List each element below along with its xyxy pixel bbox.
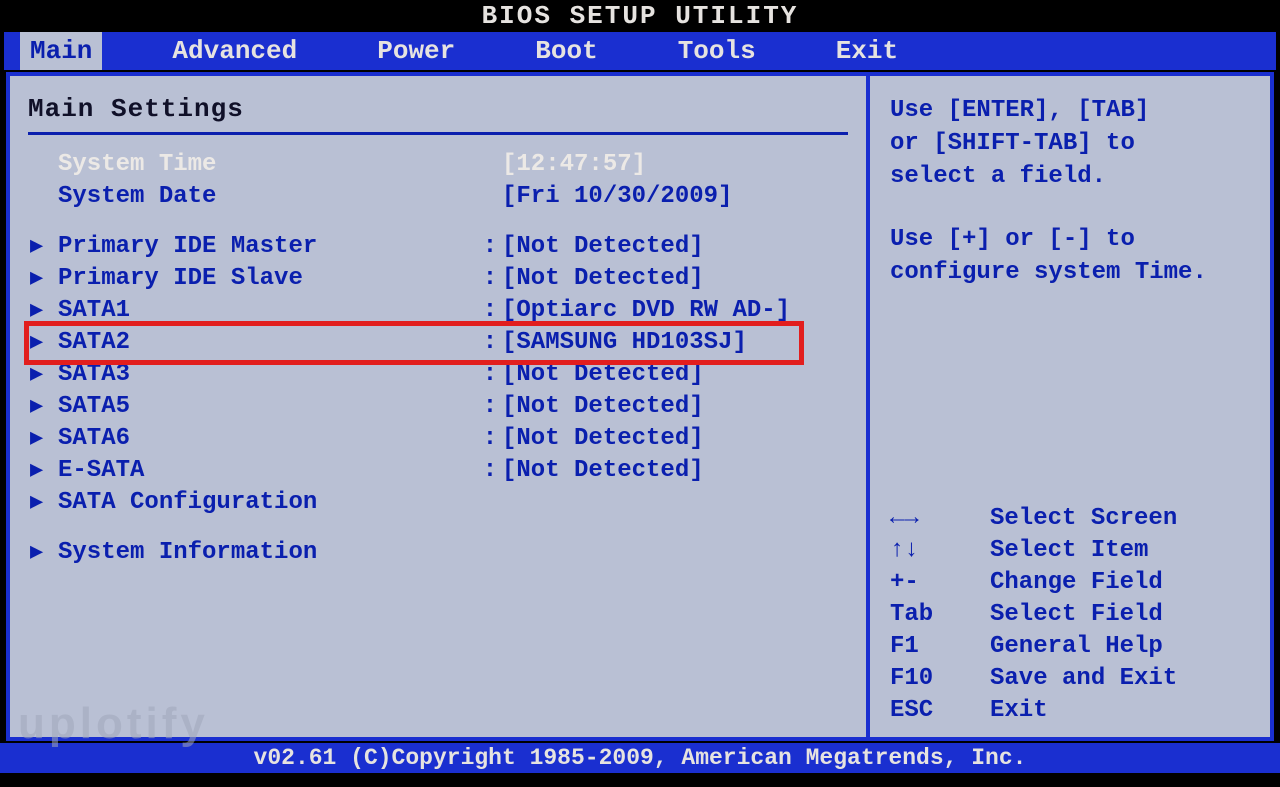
- help-line: configure system Time.: [890, 256, 1254, 289]
- triangle-right-icon: ▶: [28, 327, 58, 359]
- spacer: [890, 193, 1254, 223]
- legend-key: F10: [890, 663, 990, 695]
- legend-key: F1: [890, 631, 990, 663]
- help-line: select a field.: [890, 160, 1254, 193]
- triangle-right-icon: ▶: [28, 487, 58, 519]
- device-row[interactable]: ▶Primary IDE Slave:[Not Detected]: [28, 263, 848, 295]
- triangle-right-icon: ▶: [28, 423, 58, 455]
- legend-row: F10Save and Exit: [890, 663, 1254, 695]
- device-label: Primary IDE Master: [58, 231, 478, 263]
- colon: :: [478, 295, 502, 327]
- main-area: Main Settings System Time [12:47:57] Sys…: [6, 72, 1274, 741]
- device-row[interactable]: ▶SATA Configuration: [28, 487, 848, 519]
- bios-screen: BIOS SETUP UTILITY Main Advanced Power Boot…: [0, 0, 1280, 787]
- triangle-right-icon: ▶: [28, 391, 58, 423]
- right-pane: Use [ENTER], [TAB] or [SHIFT-TAB] to sel…: [870, 76, 1270, 737]
- legend-row: F1General Help: [890, 631, 1254, 663]
- colon: :: [478, 231, 502, 263]
- colon: :: [478, 359, 502, 391]
- legend-row: +-Change Field: [890, 567, 1254, 599]
- device-label: E-SATA: [58, 455, 478, 487]
- legend-desc: Exit: [990, 695, 1048, 727]
- system-date-label: System Date: [58, 181, 478, 213]
- system-time-label: System Time: [58, 149, 478, 181]
- device-row[interactable]: ▶SATA6:[Not Detected]: [28, 423, 848, 455]
- device-value: [Optiarc DVD RW AD-]: [502, 295, 790, 327]
- legend-row: ESCExit: [890, 695, 1254, 727]
- device-value: [Not Detected]: [502, 423, 704, 455]
- device-label: SATA6: [58, 423, 478, 455]
- spacer: [28, 519, 848, 537]
- triangle-right-icon: ▶: [28, 295, 58, 327]
- device-row[interactable]: ▶SATA1:[Optiarc DVD RW AD-]: [28, 295, 848, 327]
- device-label: SATA2: [58, 327, 478, 359]
- legend-row: TabSelect Field: [890, 599, 1254, 631]
- help-line: Use [+] or [-] to: [890, 223, 1254, 256]
- device-row[interactable]: ▶E-SATA:[Not Detected]: [28, 455, 848, 487]
- triangle-right-icon: ▶: [28, 263, 58, 295]
- help-line: Use [ENTER], [TAB]: [890, 94, 1254, 127]
- legend-desc: Change Field: [990, 567, 1163, 599]
- triangle-right-icon: ▶: [28, 359, 58, 391]
- device-value: [Not Detected]: [502, 455, 704, 487]
- device-label: SATA1: [58, 295, 478, 327]
- colon: :: [478, 391, 502, 423]
- legend-desc: Select Item: [990, 535, 1148, 567]
- legend-desc: Select Field: [990, 599, 1163, 631]
- device-label: SATA3: [58, 359, 478, 391]
- system-time-value[interactable]: [12:47:57]: [502, 149, 646, 181]
- legend-key: ESC: [890, 695, 990, 727]
- device-label: Primary IDE Slave: [58, 263, 478, 295]
- menu-tab-boot[interactable]: Boot: [525, 32, 607, 70]
- footer-bar: v02.61 (C)Copyright 1985-2009, American …: [0, 743, 1280, 773]
- device-label: SATA Configuration: [58, 487, 478, 519]
- legend-key: ←→: [890, 503, 990, 535]
- colon: :: [478, 455, 502, 487]
- row-system-date[interactable]: System Date [Fri 10/30/2009]: [28, 181, 848, 213]
- legend-key: Tab: [890, 599, 990, 631]
- spacer: [28, 213, 848, 231]
- legend-key: ↑↓: [890, 535, 990, 567]
- help-line: or [SHIFT-TAB] to: [890, 127, 1254, 160]
- row-system-information[interactable]: ▶ System Information: [28, 537, 848, 569]
- legend-row: ←→Select Screen: [890, 503, 1254, 535]
- device-value: [Not Detected]: [502, 359, 704, 391]
- triangle-right-icon: ▶: [28, 455, 58, 487]
- device-value: [Not Detected]: [502, 391, 704, 423]
- system-date-value[interactable]: [Fri 10/30/2009]: [502, 181, 732, 213]
- colon: :: [478, 263, 502, 295]
- device-value: [Not Detected]: [502, 231, 704, 263]
- legend-desc: Select Screen: [990, 503, 1177, 535]
- legend-desc: General Help: [990, 631, 1163, 663]
- triangle-right-icon: ▶: [28, 537, 58, 569]
- menu-tab-main[interactable]: Main: [20, 32, 102, 70]
- menu-tab-power[interactable]: Power: [367, 32, 465, 70]
- device-value: [Not Detected]: [502, 263, 704, 295]
- menu-bar: Main Advanced Power Boot Tools Exit: [4, 32, 1276, 70]
- legend-key: +-: [890, 567, 990, 599]
- device-label: SATA5: [58, 391, 478, 423]
- menu-tab-tools[interactable]: Tools: [668, 32, 766, 70]
- row-system-time[interactable]: System Time [12:47:57]: [28, 149, 848, 181]
- device-row[interactable]: ▶SATA2:[SAMSUNG HD103SJ]: [28, 327, 848, 359]
- device-row[interactable]: ▶Primary IDE Master:[Not Detected]: [28, 231, 848, 263]
- device-value: [SAMSUNG HD103SJ]: [502, 327, 747, 359]
- device-row[interactable]: ▶SATA3:[Not Detected]: [28, 359, 848, 391]
- colon: :: [478, 423, 502, 455]
- title-bar: BIOS SETUP UTILITY: [0, 0, 1280, 32]
- device-row[interactable]: ▶SATA5:[Not Detected]: [28, 391, 848, 423]
- help-text: Use [ENTER], [TAB] or [SHIFT-TAB] to sel…: [890, 94, 1254, 289]
- menu-tab-advanced[interactable]: Advanced: [162, 32, 307, 70]
- system-information-label: System Information: [58, 537, 478, 569]
- legend-desc: Save and Exit: [990, 663, 1177, 695]
- colon: :: [478, 327, 502, 359]
- left-pane: Main Settings System Time [12:47:57] Sys…: [10, 76, 870, 737]
- section-title: Main Settings: [28, 94, 848, 135]
- legend-row: ↑↓Select Item: [890, 535, 1254, 567]
- key-legend: ←→Select Screen↑↓Select Item+-Change Fie…: [890, 503, 1254, 727]
- menu-tab-exit[interactable]: Exit: [826, 32, 908, 70]
- triangle-right-icon: ▶: [28, 231, 58, 263]
